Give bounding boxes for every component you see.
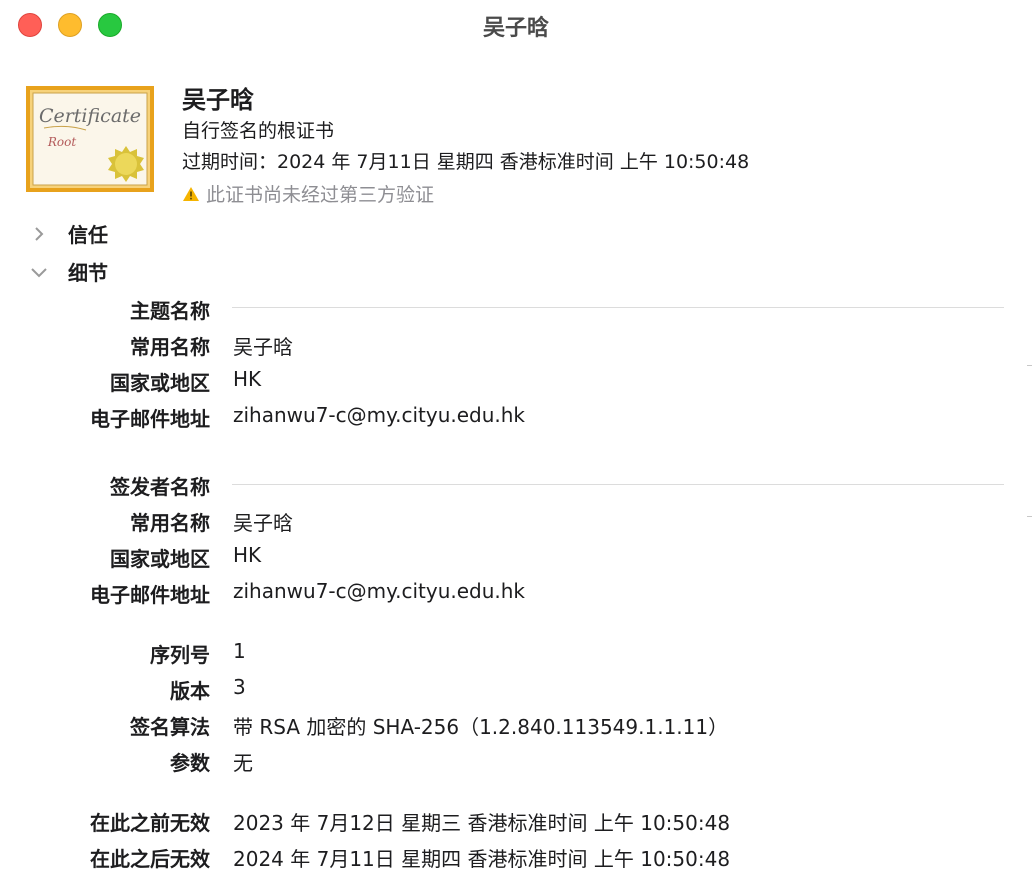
subject-section-title: 主题名称 <box>130 299 210 323</box>
issuer-country-value: HK <box>233 543 262 567</box>
serial-label: 序列号 <box>150 643 210 667</box>
window-edge-mark <box>1027 516 1032 517</box>
issuer-section-title: 签发者名称 <box>110 475 210 499</box>
certificate-name: 吴子晗 <box>182 86 254 114</box>
subject-cn-label: 常用名称 <box>130 335 210 359</box>
version-value: 3 <box>233 675 246 699</box>
issuer-email-value: zihanwu7-c@my.cityu.edu.hk <box>233 579 526 603</box>
issuer-email-label: 电子邮件地址 <box>90 583 210 607</box>
svg-text:Root: Root <box>47 135 76 149</box>
subject-country-value: HK <box>233 367 262 391</box>
subject-email-value: zihanwu7-c@my.cityu.edu.hk <box>233 403 526 427</box>
certificate-kind: 自行签名的根证书 <box>182 120 335 142</box>
subject-cn-value: 吴子晗 <box>233 335 293 359</box>
window-title: 吴子晗 <box>482 16 549 41</box>
trust-disclosure[interactable]: 信任 <box>28 219 108 248</box>
not-after-label: 在此之后无效 <box>90 847 210 871</box>
certificate-window: 吴子晗 Certificate Root 吴子晗 自行签名的根证书 过期时间：2… <box>0 0 1032 874</box>
subject-country-label: 国家或地区 <box>110 371 210 395</box>
details-disclosure[interactable]: 细节 <box>28 257 108 286</box>
warning-icon <box>183 186 199 201</box>
details-label: 细节 <box>68 261 108 285</box>
issuer-divider <box>232 484 1004 485</box>
version-label: 版本 <box>170 679 210 703</box>
signature-algorithm-label: 签名算法 <box>130 715 210 739</box>
issuer-country-label: 国家或地区 <box>110 547 210 571</box>
subject-divider <box>232 307 1004 308</box>
parameters-label: 参数 <box>170 751 210 775</box>
issuer-cn-label: 常用名称 <box>130 511 210 535</box>
subject-email-label: 电子邮件地址 <box>90 407 210 431</box>
trust-label: 信任 <box>68 223 108 247</box>
chevron-down-icon <box>31 267 47 277</box>
not-before-label: 在此之前无效 <box>90 811 210 835</box>
title-bar: 吴子晗 <box>0 0 1032 50</box>
serial-value: 1 <box>233 639 246 663</box>
parameters-value: 无 <box>233 751 253 775</box>
warning-text: 此证书尚未经过第三方验证 <box>206 184 435 206</box>
chevron-right-icon <box>35 226 44 241</box>
trust-warning: 此证书尚未经过第三方验证 <box>182 180 434 207</box>
not-after-value: 2024 年 7月11日 星期四 香港标准时间 上午 10:50:48 <box>233 847 731 871</box>
issuer-cn-value: 吴子晗 <box>233 511 293 535</box>
svg-text:Certificate: Certificate <box>39 105 141 127</box>
window-edge-mark <box>1027 365 1032 366</box>
certificate-expiry: 过期时间：2024 年 7月11日 星期四 香港标准时间 上午 10:50:48 <box>182 151 750 173</box>
signature-algorithm-value: 带 RSA 加密的 SHA-256（1.2.840.113549.1.1.11） <box>233 715 729 739</box>
not-before-value: 2023 年 7月12日 星期三 香港标准时间 上午 10:50:48 <box>233 811 731 835</box>
certificate-icon: Certificate Root <box>26 86 154 192</box>
